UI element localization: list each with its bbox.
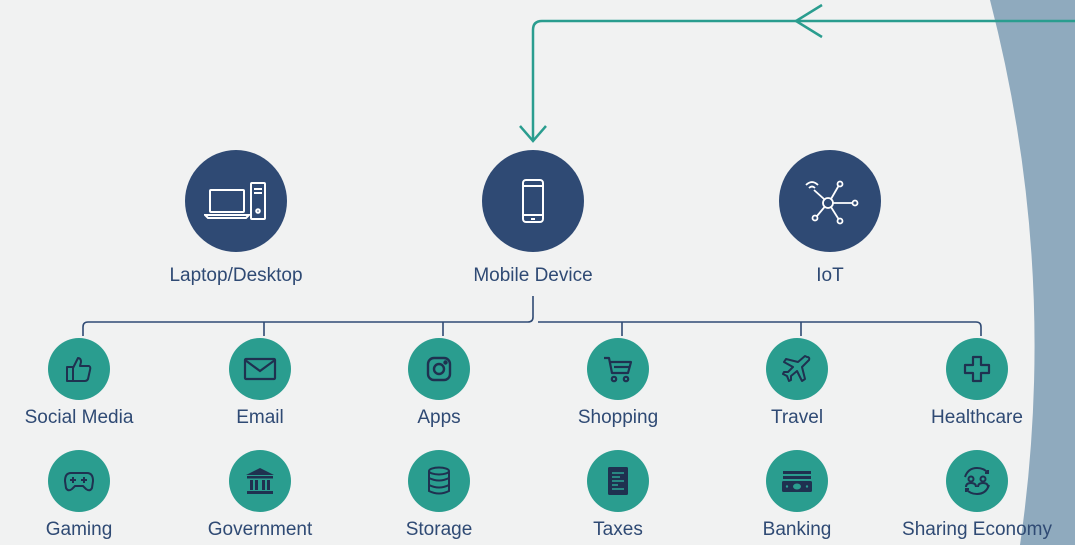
service-label-healthcare: Healthcare [931,407,1023,428]
tree-bracket [82,296,982,336]
service-label-banking: Banking [762,519,832,540]
government-building-icon [244,466,276,496]
device-services-diagram: Laptop/Desktop Mobile Device IoT Social … [0,0,1075,545]
service-label-gaming: Gaming [45,519,113,540]
shopping-cart-icon [602,354,634,384]
laptop-desktop-node [185,150,287,252]
iot-network-icon [800,175,860,227]
service-label-social-media: Social Media [24,407,134,428]
mobile-phone-icon [518,178,548,224]
cash-stack-icon [780,467,814,495]
service-label-email: Email [236,407,284,428]
device-label-laptop: Laptop/Desktop [169,265,303,286]
service-label-taxes: Taxes [593,519,643,540]
envelope-icon [243,356,277,382]
service-label-sharing-economy: Sharing Economy [902,519,1052,540]
healthcare-node [946,338,1008,400]
apps-node [408,338,470,400]
airplane-icon [781,353,813,385]
tax-document-icon [605,465,631,497]
people-exchange-icon [959,465,995,497]
device-label-iot: IoT [816,265,844,286]
service-label-apps: Apps [417,407,461,428]
government-node [229,450,291,512]
medical-cross-icon [962,354,992,384]
iot-node [779,150,881,252]
service-label-travel: Travel [770,407,824,428]
service-label-storage: Storage [405,519,473,540]
service-label-shopping: Shopping [577,407,659,428]
banking-node [766,450,828,512]
taxes-node [587,450,649,512]
database-icon [425,466,453,496]
email-node [229,338,291,400]
device-label-mobile: Mobile Device [473,265,593,286]
shopping-node [587,338,649,400]
laptop-desktop-icon [204,180,268,222]
gaming-node [48,450,110,512]
mobile-device-node [482,150,584,252]
sharing-economy-node [946,450,1008,512]
gamepad-icon [62,467,96,495]
service-label-government: Government [207,519,313,540]
storage-node [408,450,470,512]
return-arrow-line [531,19,1075,140]
instagram-icon [424,354,454,384]
thumbs-up-icon [64,354,94,384]
travel-node [766,338,828,400]
social-media-node [48,338,110,400]
